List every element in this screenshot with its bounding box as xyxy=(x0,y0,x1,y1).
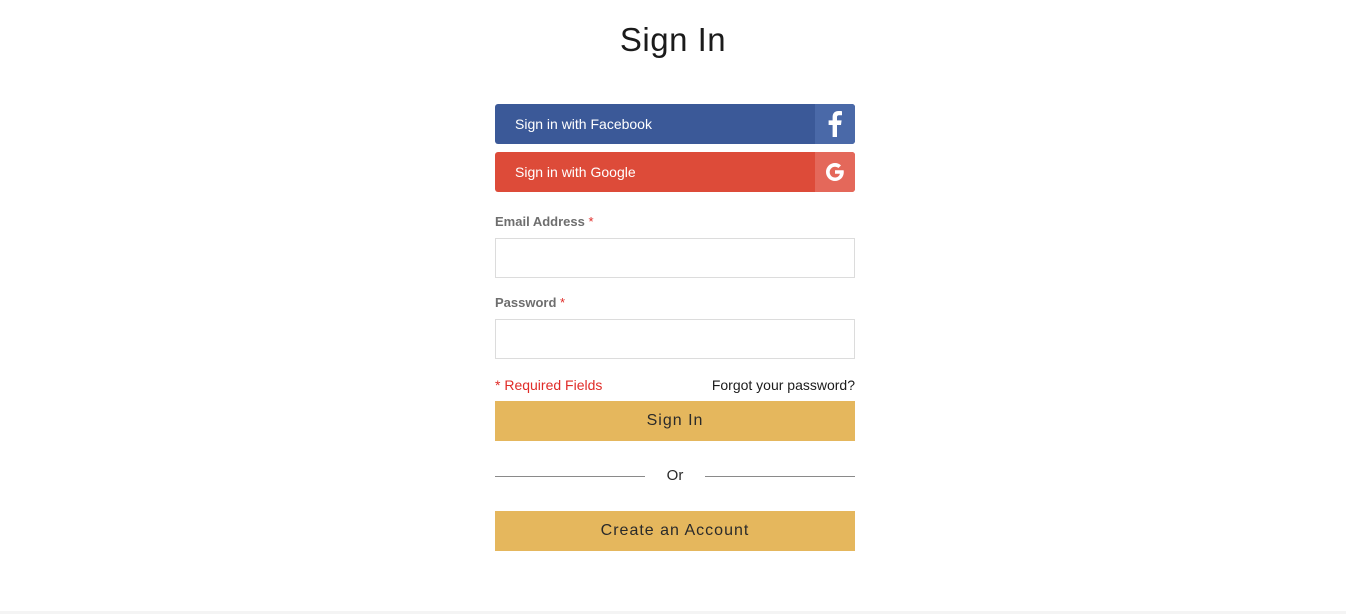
email-label: Email Address * xyxy=(495,214,855,230)
page-title: Sign In xyxy=(619,21,727,58)
password-label-text: Password xyxy=(495,295,557,310)
create-account-button[interactable]: Create an Account xyxy=(495,511,855,551)
sign-in-button[interactable]: Sign In xyxy=(495,401,855,441)
password-required-star: * xyxy=(560,295,566,310)
or-divider: Or xyxy=(495,466,855,486)
sign-in-page: Sign In Sign in with Facebook Sign in wi… xyxy=(0,0,1346,614)
password-label: Password * xyxy=(495,295,855,311)
forgot-password-link[interactable]: Forgot your password? xyxy=(712,377,855,393)
google-button-label: Sign in with Google xyxy=(515,164,636,180)
password-field[interactable] xyxy=(495,319,855,359)
email-required-star: * xyxy=(588,214,594,229)
form-meta-row: * Required Fields Forgot your password? xyxy=(495,376,855,394)
google-sign-in-button[interactable]: Sign in with Google xyxy=(495,152,855,192)
email-field[interactable] xyxy=(495,238,855,278)
facebook-button-label: Sign in with Facebook xyxy=(515,116,652,132)
facebook-sign-in-button[interactable]: Sign in with Facebook xyxy=(495,104,855,144)
google-icon xyxy=(815,152,855,192)
facebook-icon xyxy=(815,104,855,144)
divider-line-right xyxy=(705,476,855,477)
required-fields-note: * Required Fields xyxy=(495,377,603,393)
sign-in-form: Sign in with Facebook Sign in with Googl… xyxy=(495,104,855,551)
email-label-text: Email Address xyxy=(495,214,585,229)
